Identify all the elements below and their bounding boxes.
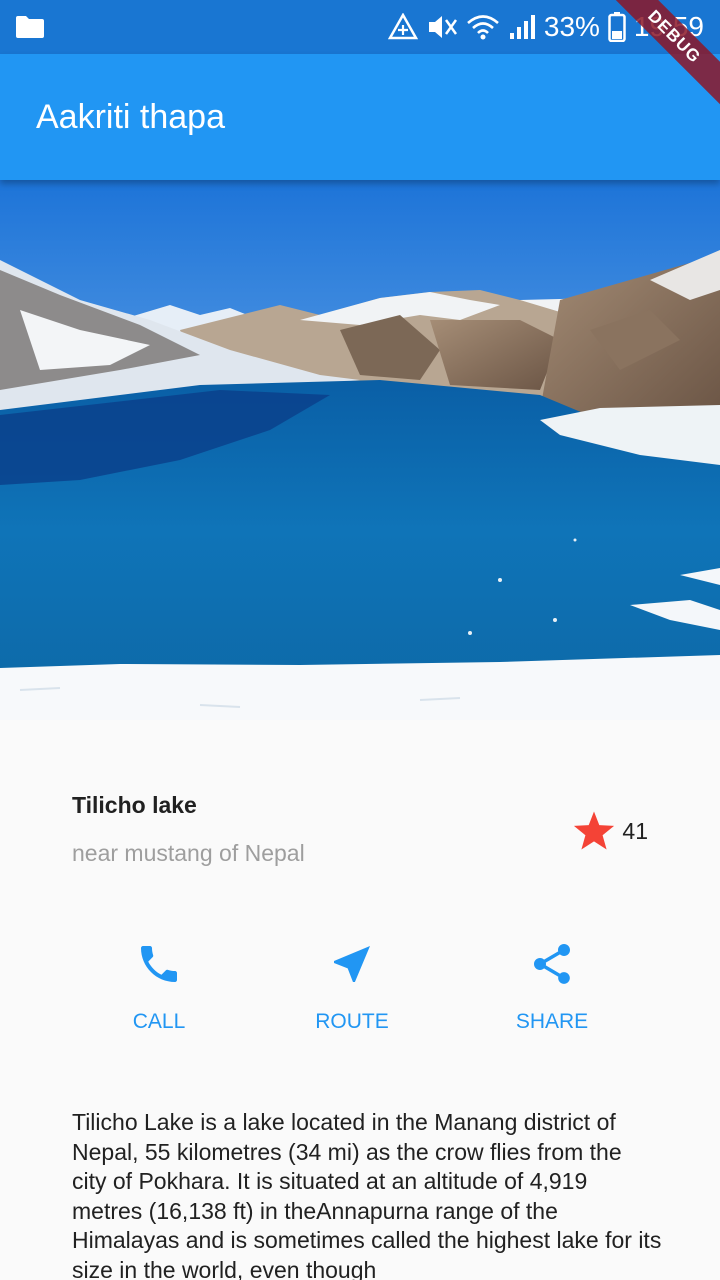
share-icon (534, 944, 570, 984)
phone-icon (141, 946, 177, 982)
navigation-icon (334, 946, 370, 982)
title-section: Tilicho lake near mustang of Nepal 41 (72, 780, 648, 880)
star-icon[interactable] (572, 810, 616, 852)
wifi-icon (467, 15, 499, 40)
data-saver-icon (387, 13, 418, 40)
hero-image (0, 180, 720, 720)
rating-count: 41 (622, 817, 648, 844)
place-name: Tilicho lake (72, 792, 197, 818)
status-bar: 33% 19:59 (0, 0, 720, 54)
battery-icon (608, 12, 626, 42)
share-button[interactable]: SHARE (472, 940, 632, 1034)
description-text: Tilicho Lake is a lake located in the Ma… (72, 1109, 662, 1280)
folder-icon (16, 16, 44, 38)
action-row: CALL ROUTE SHARE (0, 940, 720, 1050)
app-title: Aakriti thapa (36, 98, 225, 136)
mute-icon (428, 16, 457, 38)
place-subtitle: near mustang of Nepal (72, 840, 305, 866)
signal-icon (509, 15, 535, 39)
favorite-rating[interactable]: 41 (572, 810, 648, 852)
route-button[interactable]: ROUTE (272, 940, 432, 1034)
call-button[interactable]: CALL (79, 940, 239, 1034)
battery-percent: 33% (543, 11, 600, 42)
call-label: CALL (132, 1010, 186, 1033)
share-label: SHARE (515, 1010, 589, 1033)
route-label: ROUTE (315, 1010, 389, 1033)
app-bar: Aakriti thapa (0, 54, 720, 180)
